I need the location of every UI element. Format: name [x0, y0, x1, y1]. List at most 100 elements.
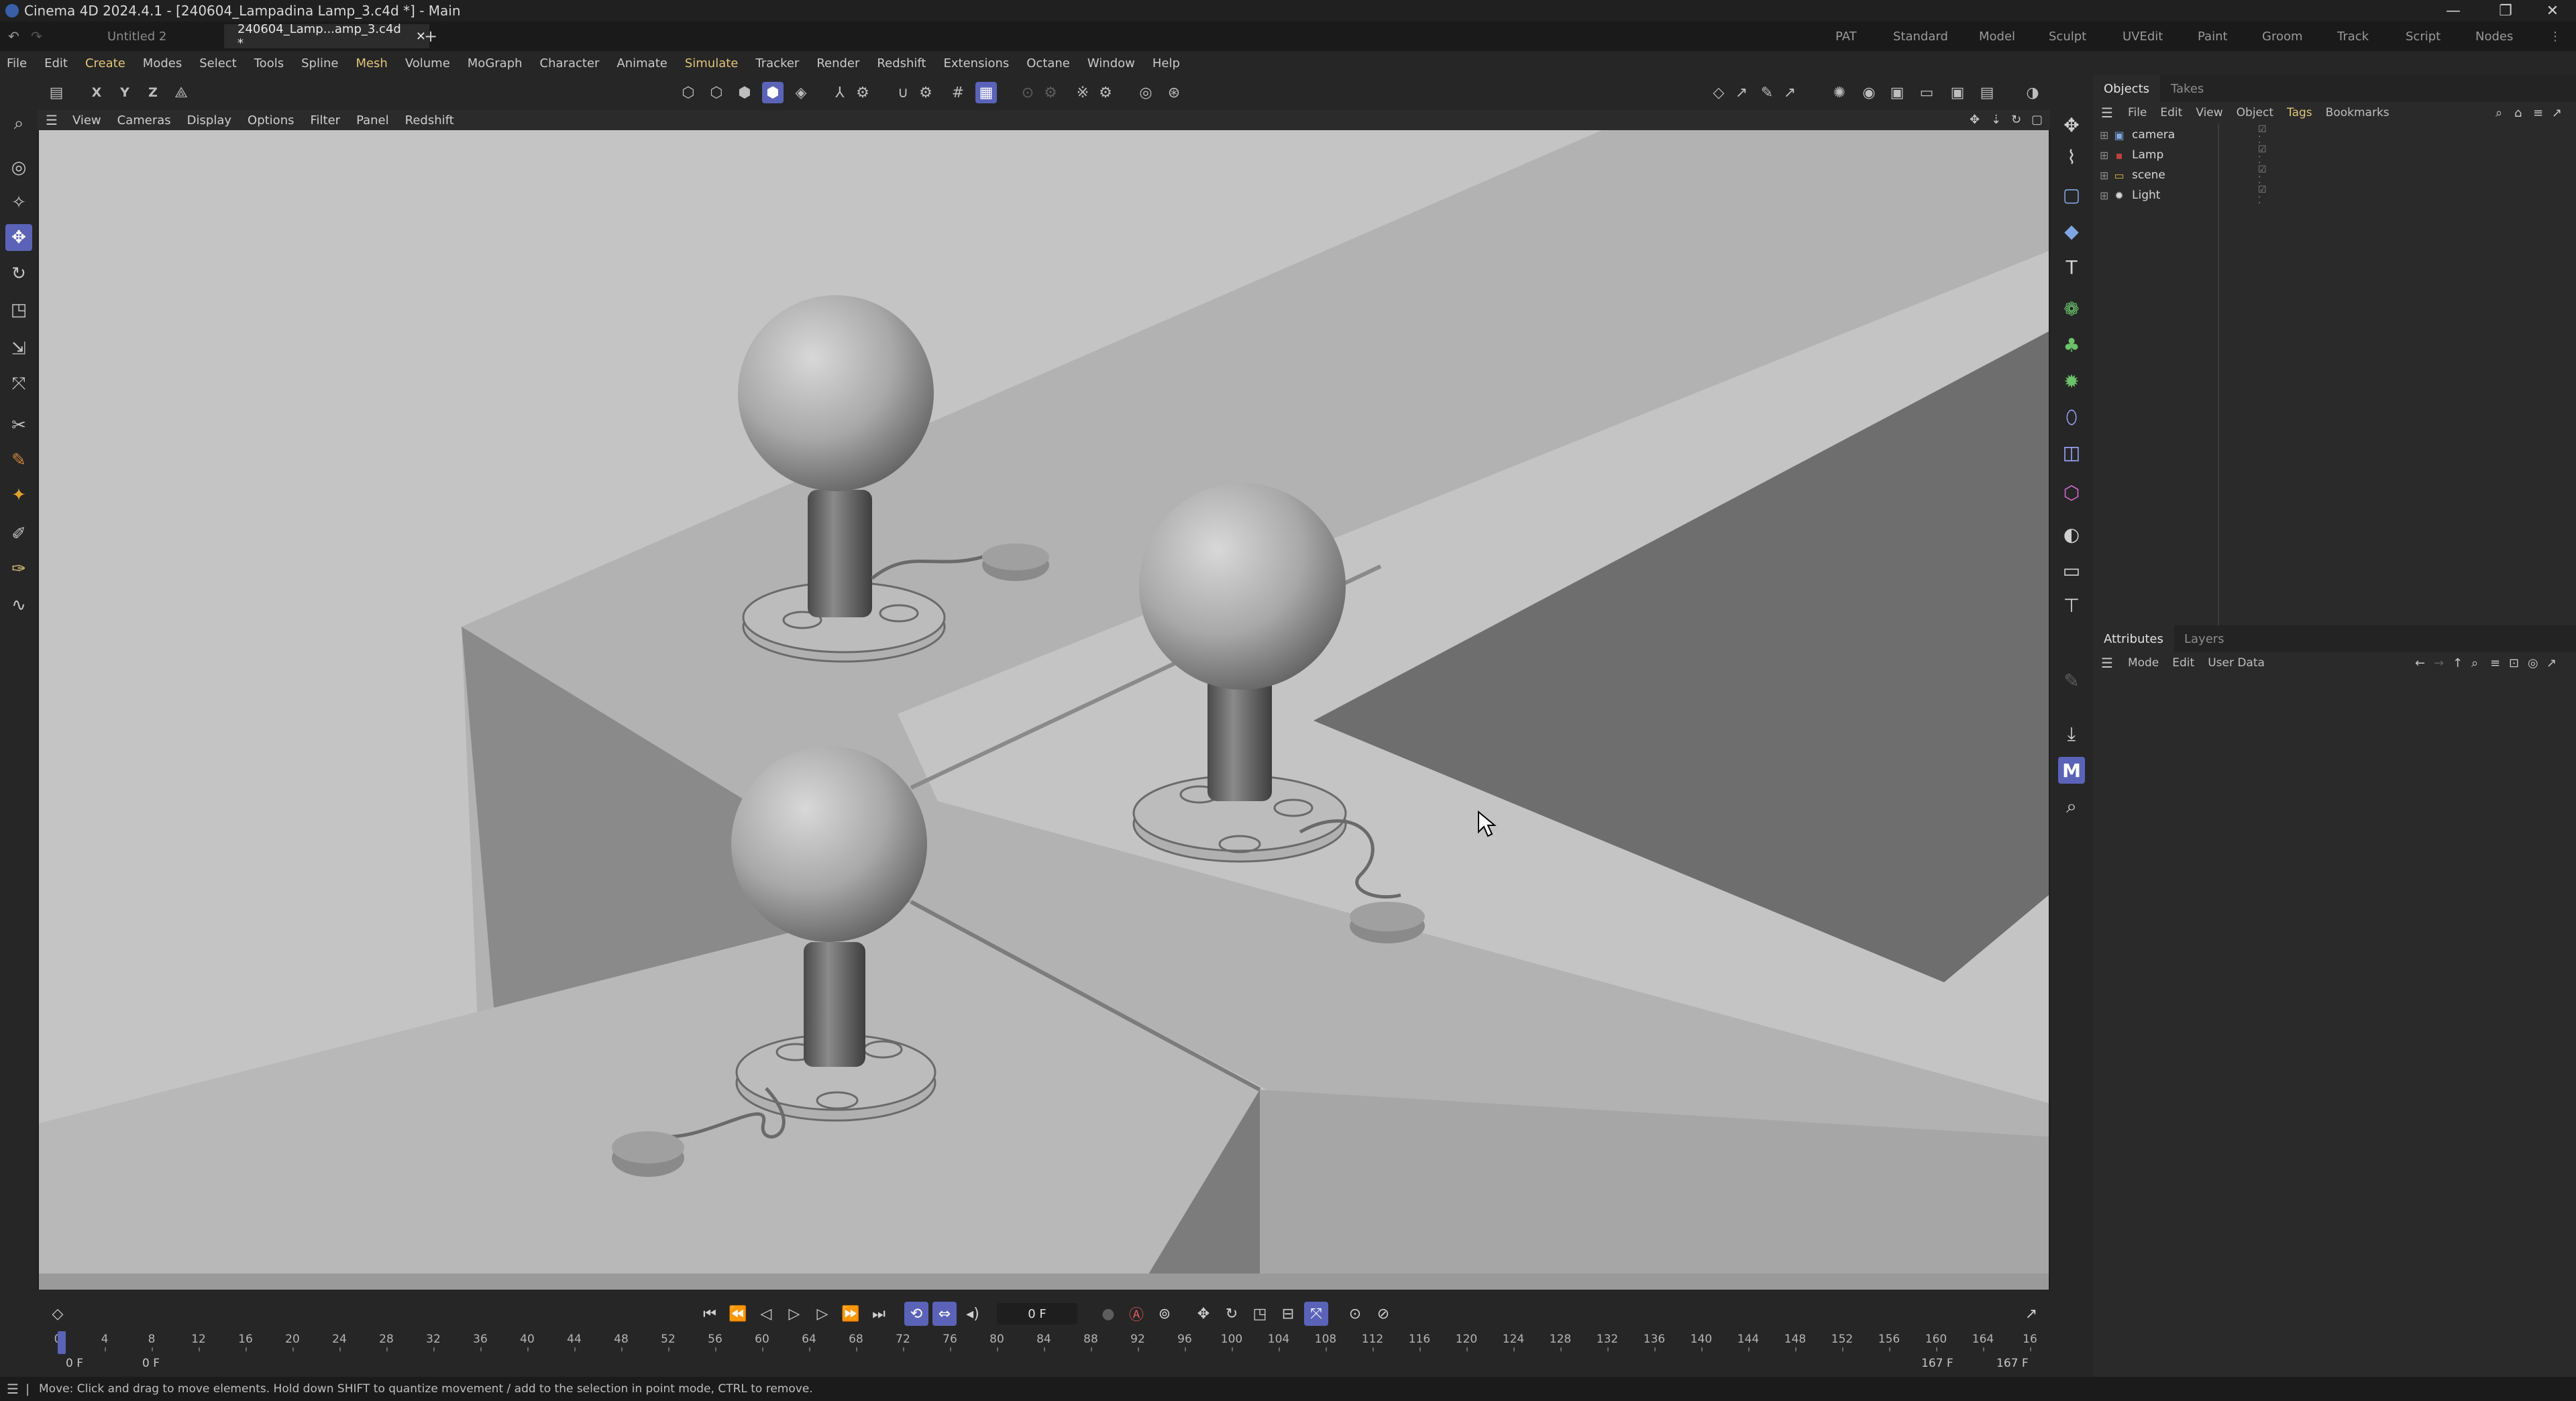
- close-window-button[interactable]: ✕: [2529, 0, 2576, 21]
- volume-icon[interactable]: ⬡: [2058, 479, 2085, 506]
- cube-icon[interactable]: ◆: [2058, 217, 2085, 244]
- layout-sculpt[interactable]: Sculpt: [2049, 21, 2086, 51]
- objects-search-icon[interactable]: ⌕: [2496, 106, 2502, 120]
- sketch-tool-icon[interactable]: ∿: [5, 592, 32, 619]
- autokey-icon[interactable]: Ⓐ: [1124, 1302, 1148, 1326]
- expand-icon[interactable]: ⊞: [2100, 189, 2112, 202]
- menu-window[interactable]: Window: [1079, 56, 1144, 70]
- hair-settings-icon[interactable]: ⚙: [1095, 82, 1116, 103]
- text-icon[interactable]: T: [2058, 254, 2085, 280]
- doc-tab-active[interactable]: 240604_Lamp...amp_3.c4d * ✕: [224, 22, 429, 50]
- render-view-icon[interactable]: ▣: [1947, 82, 1968, 103]
- spline-pen-icon[interactable]: ✎: [1756, 82, 1778, 103]
- playhead[interactable]: [58, 1331, 66, 1354]
- placement-tool-icon[interactable]: ⤧: [5, 370, 32, 397]
- workplane-icon[interactable]: ▦: [975, 82, 997, 103]
- object-row-light[interactable]: ⊞ ✹ Light ☑ ⁚: [2100, 185, 2267, 206]
- undo-icon[interactable]: ↶: [8, 28, 19, 44]
- record-disabled-icon[interactable]: ●: [1096, 1302, 1120, 1326]
- axis-mode-icon[interactable]: ⅄: [829, 82, 851, 103]
- brush-disabled-icon[interactable]: ✎: [2058, 667, 2085, 694]
- viewport-menu-cameras[interactable]: Cameras: [109, 113, 179, 127]
- brush-tool-icon[interactable]: ✎: [5, 447, 32, 474]
- object-row-lamp[interactable]: ⊞ ▪ Lamp ☑ ⁚: [2100, 144, 2267, 166]
- go-to-start-icon[interactable]: ⏮: [698, 1302, 722, 1326]
- motion-settings-icon[interactable]: ⊘: [1371, 1302, 1395, 1326]
- menu-mograph[interactable]: MoGraph: [459, 56, 531, 70]
- expand-icon[interactable]: ⊞: [2100, 169, 2112, 182]
- grid-icon[interactable]: #: [947, 82, 969, 103]
- viewport-pan-icon[interactable]: ✥: [1970, 113, 1980, 127]
- y-axis-button[interactable]: Y: [114, 82, 136, 103]
- cloner-icon[interactable]: ♣: [2058, 331, 2085, 358]
- mograph-m-icon[interactable]: M: [2058, 757, 2085, 784]
- light-icon[interactable]: ⊤: [2058, 592, 2085, 619]
- visibility-dots-icon[interactable]: ☑ ⁚: [2258, 185, 2267, 206]
- z-axis-button[interactable]: Z: [142, 82, 164, 103]
- objects-menu-bookmarks[interactable]: Bookmarks: [2319, 106, 2396, 119]
- attributes-search-icon[interactable]: ⌕: [2471, 656, 2478, 670]
- symmetry-settings-icon[interactable]: ⚙: [1040, 82, 1061, 103]
- live-select-icon[interactable]: ✧: [5, 189, 32, 216]
- viewport-menu-options[interactable]: Options: [239, 113, 302, 127]
- next-frame-icon[interactable]: ▷: [810, 1302, 835, 1326]
- coordinate-system-icon[interactable]: ⟁: [170, 82, 192, 103]
- attributes-forward-icon[interactable]: →: [2434, 656, 2444, 670]
- viewport-hamburger-icon[interactable]: ☰: [38, 112, 64, 128]
- minimize-button[interactable]: —: [2430, 0, 2477, 21]
- edit-tools-icon[interactable]: ↗: [1731, 82, 1752, 103]
- doc-tab-untitled[interactable]: Untitled 2: [94, 24, 180, 48]
- expand-icon[interactable]: ⊞: [2100, 149, 2112, 162]
- menu-file[interactable]: File: [0, 56, 36, 70]
- move-tool-icon[interactable]: ✥: [5, 224, 32, 251]
- menu-redshift[interactable]: Redshift: [868, 56, 934, 70]
- menu-extensions[interactable]: Extensions: [935, 56, 1018, 70]
- layout-groom[interactable]: Groom: [2262, 21, 2303, 51]
- objects-menu-edit[interactable]: Edit: [2153, 106, 2189, 119]
- viewport-menu-view[interactable]: View: [64, 113, 109, 127]
- external-link-icon[interactable]: ↗: [1779, 82, 1801, 103]
- play-icon[interactable]: ▷: [782, 1302, 806, 1326]
- generator-icon[interactable]: ❁: [2058, 295, 2085, 322]
- attributes-settings-icon[interactable]: ◎: [2528, 656, 2538, 670]
- knife-tool-icon[interactable]: ✂: [5, 412, 32, 439]
- lock-icon[interactable]: ◎: [1135, 82, 1157, 103]
- preview-range-icon[interactable]: ⇔: [932, 1302, 957, 1326]
- loop-icon[interactable]: ⟲: [904, 1302, 928, 1326]
- layouts-more-icon[interactable]: ⋮: [2549, 21, 2561, 51]
- attributes-filter-icon[interactable]: ≡: [2490, 656, 2500, 670]
- attributes-lock-icon[interactable]: ⊡: [2509, 656, 2519, 670]
- layout-paint[interactable]: Paint: [2198, 21, 2228, 51]
- maximize-button[interactable]: ❐: [2482, 0, 2529, 21]
- attributes-menu-edit[interactable]: Edit: [2165, 656, 2201, 670]
- rotate-tool-icon[interactable]: ↻: [5, 260, 32, 287]
- scale-key-icon[interactable]: ◳: [1248, 1302, 1272, 1326]
- menu-select[interactable]: Select: [191, 56, 246, 70]
- menu-edit[interactable]: Edit: [36, 56, 76, 70]
- tab-takes[interactable]: Takes: [2160, 75, 2214, 102]
- current-frame-field[interactable]: 0 F: [997, 1303, 1077, 1325]
- objects-home-icon[interactable]: ⌂: [2514, 106, 2522, 120]
- objects-menu-tags[interactable]: Tags: [2280, 106, 2319, 119]
- attributes-hamburger-icon[interactable]: ☰: [2093, 655, 2121, 671]
- parameter-key-icon[interactable]: ⊟: [1276, 1302, 1300, 1326]
- spline-path-icon[interactable]: ⌇: [2058, 144, 2085, 170]
- new-tab-button[interactable]: +: [411, 24, 451, 48]
- attributes-menu-mode[interactable]: Mode: [2121, 656, 2165, 670]
- layout-pat[interactable]: PAT: [1835, 21, 1857, 51]
- view-transform-icon[interactable]: ✥: [2058, 111, 2085, 138]
- viewport-render-icon[interactable]: ◑: [2022, 82, 2043, 103]
- primitive-frame-icon[interactable]: ▢: [2058, 181, 2085, 208]
- objects-maximize-icon[interactable]: ↗: [2552, 106, 2562, 120]
- menu-spline[interactable]: Spline: [292, 56, 347, 70]
- viewport-menu-filter[interactable]: Filter: [302, 113, 348, 127]
- status-menu-icon[interactable]: ☰: [0, 1381, 25, 1397]
- motion-record-icon[interactable]: ⊙: [1343, 1302, 1367, 1326]
- layout-script[interactable]: Script: [2406, 21, 2440, 51]
- layout-nodes[interactable]: Nodes: [2475, 21, 2513, 51]
- menu-modes[interactable]: Modes: [134, 56, 191, 70]
- sound-icon[interactable]: ◂): [961, 1302, 985, 1326]
- layout-uvedit[interactable]: UVEdit: [2123, 21, 2163, 51]
- start-frame-field[interactable]: 0 F: [66, 1357, 83, 1370]
- tab-attributes[interactable]: Attributes: [2093, 625, 2174, 652]
